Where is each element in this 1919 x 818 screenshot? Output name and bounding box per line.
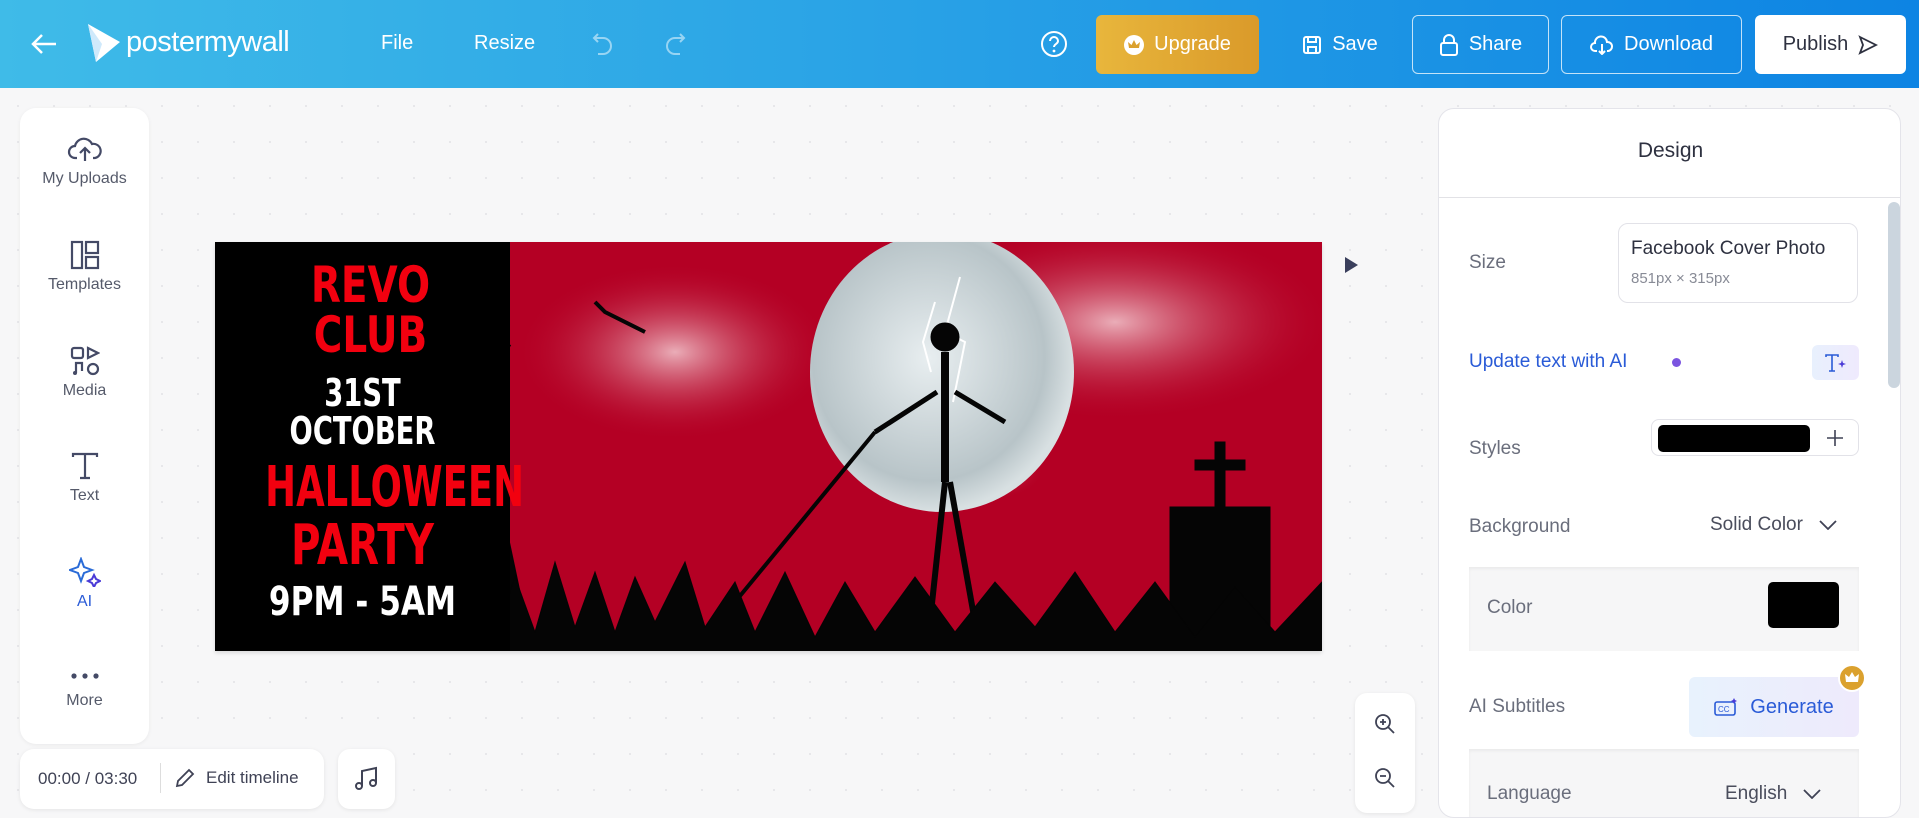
crown-icon bbox=[1124, 34, 1145, 55]
color-swatch[interactable] bbox=[1768, 582, 1839, 628]
zoom-in-icon[interactable] bbox=[1374, 713, 1396, 735]
sidebar-item-more[interactable]: More bbox=[20, 666, 149, 710]
background-type-value: Solid Color bbox=[1710, 514, 1803, 535]
poster-date: 31ST OCTOBER bbox=[289, 371, 436, 453]
help-icon[interactable] bbox=[1040, 30, 1068, 58]
music-button[interactable] bbox=[338, 749, 395, 809]
sidebar-item-media[interactable]: Media bbox=[20, 346, 149, 400]
language-section: Language English bbox=[1469, 749, 1859, 817]
language-dropdown[interactable]: English bbox=[1725, 783, 1821, 805]
cloud-upload-icon bbox=[67, 137, 102, 161]
share-label: Share bbox=[1468, 33, 1523, 55]
sidebar-item-my-uploads[interactable]: My Uploads bbox=[20, 134, 149, 188]
upgrade-label: Upgrade bbox=[1154, 33, 1231, 55]
zoom-controls bbox=[1355, 693, 1415, 813]
text-sparkle-icon bbox=[1824, 353, 1846, 372]
generate-subtitles-button[interactable]: CC Generate bbox=[1689, 677, 1859, 737]
background-type-dropdown[interactable]: Solid Color bbox=[1710, 514, 1837, 536]
menu-file[interactable]: File bbox=[381, 32, 413, 55]
panel-title: Design bbox=[1637, 139, 1704, 162]
redo-icon[interactable] bbox=[662, 30, 688, 58]
style-swatch[interactable] bbox=[1658, 425, 1810, 452]
edit-timeline-label: Edit timeline bbox=[206, 768, 299, 787]
chevron-down-icon bbox=[1803, 789, 1821, 799]
lock-icon bbox=[1439, 33, 1458, 56]
size-dimensions: 851px × 315px bbox=[1631, 270, 1730, 287]
sparkle-icon bbox=[68, 557, 101, 587]
ai-indicator-dot bbox=[1672, 358, 1681, 367]
styles-label: Styles bbox=[1469, 438, 1521, 459]
save-label: Save bbox=[1332, 33, 1378, 55]
postermywall-logo-icon bbox=[88, 24, 120, 62]
undo-icon[interactable] bbox=[590, 30, 616, 58]
ai-text-button[interactable] bbox=[1812, 345, 1859, 380]
send-icon bbox=[1858, 34, 1879, 55]
styles-control bbox=[1651, 419, 1859, 456]
publish-label: Publish bbox=[1782, 33, 1849, 55]
size-label: Size bbox=[1469, 252, 1506, 273]
sidebar-item-label: More bbox=[66, 692, 103, 709]
timeline-bar: 00:00 / 03:30 Edit timeline bbox=[20, 749, 324, 809]
text-icon bbox=[71, 452, 98, 480]
premium-crown-icon bbox=[1838, 664, 1866, 692]
playback-time: 00:00 / 03:30 bbox=[38, 769, 138, 788]
update-text-ai-link[interactable]: Update text with AI bbox=[1469, 351, 1627, 373]
save-button[interactable]: Save bbox=[1290, 15, 1390, 74]
upgrade-button[interactable]: Upgrade bbox=[1096, 15, 1259, 74]
sidebar-item-label: My Uploads bbox=[42, 170, 127, 187]
left-sidebar: My Uploads Templates Media Text AI More bbox=[20, 108, 149, 744]
edit-timeline-button[interactable]: Edit timeline bbox=[174, 759, 299, 797]
language-value: English bbox=[1725, 783, 1788, 804]
sidebar-item-label: AI bbox=[76, 593, 93, 610]
svg-text:CC: CC bbox=[1718, 705, 1730, 714]
poster-title: REVO CLUB bbox=[310, 256, 431, 364]
media-icon bbox=[70, 346, 100, 376]
menu-resize[interactable]: Resize bbox=[474, 32, 535, 55]
design-panel: Design Size Facebook Cover Photo 851px ×… bbox=[1438, 108, 1901, 818]
music-note-icon bbox=[354, 766, 377, 790]
color-section: Color bbox=[1469, 567, 1859, 651]
closed-captions-icon: CC bbox=[1714, 698, 1738, 716]
cloud-download-icon bbox=[1590, 35, 1614, 55]
sidebar-item-label: Media bbox=[62, 382, 107, 399]
sidebar-item-text[interactable]: Text bbox=[20, 451, 149, 505]
plus-icon[interactable] bbox=[1826, 429, 1844, 447]
poster-event: HALLOWEEN bbox=[265, 455, 525, 520]
size-name: Facebook Cover Photo bbox=[1631, 238, 1826, 259]
pencil-icon bbox=[175, 768, 195, 788]
ai-subtitles-label: AI Subtitles bbox=[1469, 696, 1566, 717]
more-dots-icon bbox=[70, 673, 99, 679]
poster-canvas[interactable]: REVO CLUB 31ST OCTOBER HALLOWEEN PARTY 9… bbox=[215, 242, 1322, 651]
zoom-out-icon[interactable] bbox=[1374, 767, 1396, 789]
chevron-down-icon bbox=[1819, 520, 1837, 530]
poster-time: 9PM - 5AM bbox=[268, 579, 457, 625]
download-button[interactable]: Download bbox=[1561, 15, 1742, 74]
brand-name[interactable]: postermywall bbox=[126, 26, 290, 59]
play-icon[interactable] bbox=[1343, 256, 1359, 274]
share-button[interactable]: Share bbox=[1412, 15, 1549, 74]
color-label: Color bbox=[1487, 597, 1533, 618]
templates-icon bbox=[70, 240, 99, 270]
sidebar-item-ai[interactable]: AI bbox=[20, 557, 149, 611]
panel-scrollbar[interactable] bbox=[1888, 202, 1900, 388]
publish-button[interactable]: Publish bbox=[1755, 15, 1906, 74]
poster-party: PARTY bbox=[290, 513, 434, 578]
sidebar-item-label: Text bbox=[69, 487, 100, 504]
top-toolbar: postermywall File Resize Upgrade Save Sh… bbox=[0, 0, 1919, 88]
background-label: Background bbox=[1469, 516, 1571, 537]
generate-label: Generate bbox=[1750, 695, 1834, 718]
sidebar-item-templates[interactable]: Templates bbox=[20, 240, 149, 294]
save-icon bbox=[1303, 35, 1322, 54]
language-label: Language bbox=[1487, 783, 1572, 804]
size-selector[interactable]: Facebook Cover Photo 851px × 315px bbox=[1618, 223, 1858, 303]
download-label: Download bbox=[1624, 33, 1713, 55]
sidebar-item-label: Templates bbox=[48, 276, 121, 293]
back-arrow-icon[interactable] bbox=[30, 32, 58, 56]
